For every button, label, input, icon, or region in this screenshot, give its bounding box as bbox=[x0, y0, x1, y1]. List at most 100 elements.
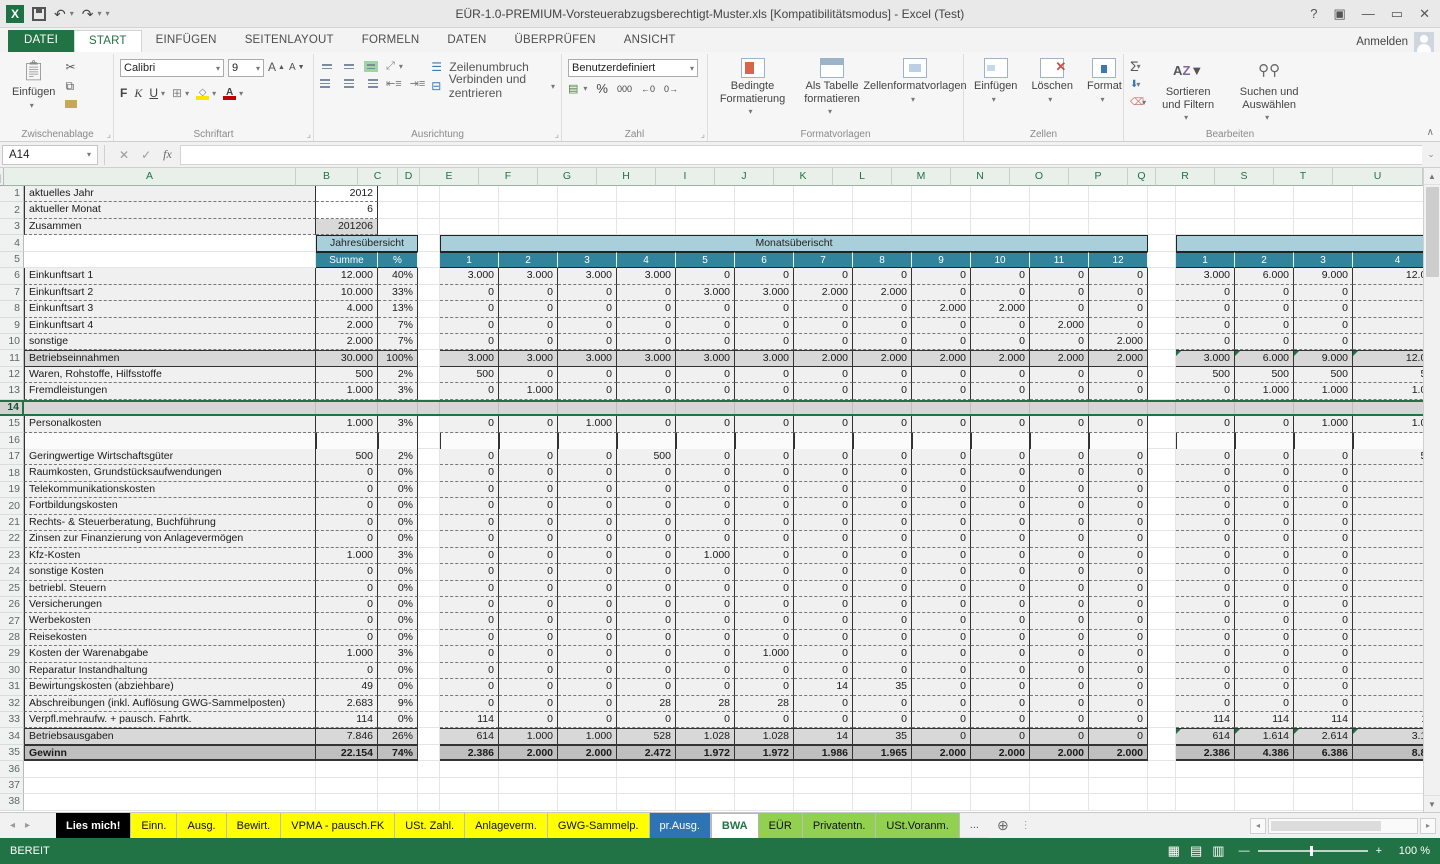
cell-U25[interactable]: 0 bbox=[1353, 581, 1423, 597]
cell-G2[interactable] bbox=[558, 202, 617, 218]
cell-U17[interactable]: 500 bbox=[1353, 449, 1423, 465]
cell-T17[interactable]: 0 bbox=[1294, 449, 1353, 465]
cell-K8[interactable]: 0 bbox=[794, 301, 853, 317]
cell-Q32[interactable] bbox=[1148, 696, 1176, 712]
cell-H3[interactable] bbox=[617, 219, 676, 235]
cell-T10[interactable]: 0 bbox=[1294, 334, 1353, 350]
cell-F24[interactable]: 0 bbox=[499, 564, 558, 580]
cell-S11[interactable]: 6.000 bbox=[1235, 350, 1294, 366]
cell-G37[interactable] bbox=[558, 778, 617, 794]
cell-P21[interactable]: 0 bbox=[1089, 515, 1148, 531]
cell-F32[interactable]: 0 bbox=[499, 696, 558, 712]
cell-O1[interactable] bbox=[1030, 186, 1089, 202]
row-header-12[interactable]: 12 bbox=[0, 367, 24, 383]
cell-E35[interactable]: 2.386 bbox=[440, 745, 499, 761]
cell-K14[interactable] bbox=[794, 402, 853, 414]
cell-N14[interactable] bbox=[971, 402, 1030, 414]
cell-U3[interactable] bbox=[1353, 219, 1423, 235]
cell-I32[interactable]: 28 bbox=[676, 696, 735, 712]
cell-B35[interactable]: 22.154 bbox=[316, 745, 378, 761]
cell-U16[interactable] bbox=[1353, 433, 1423, 449]
cell-O10[interactable]: 0 bbox=[1030, 334, 1089, 350]
cell-E12[interactable]: 500 bbox=[440, 367, 499, 383]
cell-T33[interactable]: 114 bbox=[1294, 712, 1353, 728]
cell-R26[interactable]: 0 bbox=[1176, 597, 1235, 613]
insert-cells-button[interactable]: Einfügen▾ bbox=[970, 56, 1021, 125]
cell-J26[interactable]: 0 bbox=[735, 597, 794, 613]
cell-E31[interactable]: 0 bbox=[440, 679, 499, 695]
cell-R17[interactable]: 0 bbox=[1176, 449, 1235, 465]
cell-I25[interactable]: 0 bbox=[676, 581, 735, 597]
cell-T6[interactable]: 9.000 bbox=[1294, 268, 1353, 284]
cell-H26[interactable]: 0 bbox=[617, 597, 676, 613]
cell-K2[interactable] bbox=[794, 202, 853, 218]
cell-Q18[interactable] bbox=[1148, 465, 1176, 481]
cell-C24[interactable]: 0% bbox=[378, 564, 418, 580]
cell-K22[interactable]: 0 bbox=[794, 531, 853, 547]
cell-F20[interactable]: 0 bbox=[499, 498, 558, 514]
column-header-D[interactable]: D bbox=[398, 168, 420, 186]
cell-P3[interactable] bbox=[1089, 219, 1148, 235]
cell-B6[interactable]: 12.000 bbox=[316, 268, 378, 284]
cell-R16[interactable] bbox=[1176, 433, 1235, 449]
cell-Q11[interactable] bbox=[1148, 350, 1176, 366]
cell-T12[interactable]: 500 bbox=[1294, 367, 1353, 383]
cell-S12[interactable]: 500 bbox=[1235, 367, 1294, 383]
cell-I34[interactable]: 1.028 bbox=[676, 728, 735, 744]
cell-G36[interactable] bbox=[558, 761, 617, 777]
cell-F16[interactable] bbox=[499, 433, 558, 449]
column-header-S[interactable]: S bbox=[1215, 168, 1274, 186]
cell-C33[interactable]: 0% bbox=[378, 712, 418, 728]
cell-K20[interactable]: 0 bbox=[794, 498, 853, 514]
redo-button[interactable]: ↷ bbox=[82, 7, 94, 21]
cell-D1[interactable] bbox=[418, 186, 440, 202]
cell-O26[interactable]: 0 bbox=[1030, 597, 1089, 613]
row-header-26[interactable]: 26 bbox=[0, 597, 24, 613]
sheet-tab-eür[interactable]: EÜR bbox=[759, 813, 803, 838]
name-box[interactable]: A14▾ bbox=[2, 145, 98, 165]
cell-B5[interactable]: Summe bbox=[316, 252, 378, 268]
align-top-icon[interactable] bbox=[320, 62, 334, 71]
cell-B34[interactable]: 7.846 bbox=[316, 728, 378, 744]
cell-L3[interactable] bbox=[853, 219, 912, 235]
cell-O35[interactable]: 2.000 bbox=[1030, 745, 1089, 761]
cell-N7[interactable]: 0 bbox=[971, 285, 1030, 301]
cell-N1[interactable] bbox=[971, 186, 1030, 202]
cell-I20[interactable]: 0 bbox=[676, 498, 735, 514]
cell-J29[interactable]: 1.000 bbox=[735, 646, 794, 662]
cell-H33[interactable]: 0 bbox=[617, 712, 676, 728]
cell-D25[interactable] bbox=[418, 581, 440, 597]
cell-U13[interactable]: 1.000 bbox=[1353, 383, 1423, 399]
cell-O36[interactable] bbox=[1030, 761, 1089, 777]
cell-H15[interactable]: 0 bbox=[617, 416, 676, 432]
cell-F25[interactable]: 0 bbox=[499, 581, 558, 597]
cell-F23[interactable]: 0 bbox=[499, 548, 558, 564]
cell-N33[interactable]: 0 bbox=[971, 712, 1030, 728]
cell-E37[interactable] bbox=[440, 778, 499, 794]
cell-C29[interactable]: 3% bbox=[378, 646, 418, 662]
cell-P16[interactable] bbox=[1089, 433, 1148, 449]
cell-U36[interactable] bbox=[1353, 761, 1423, 777]
cell-I2[interactable] bbox=[676, 202, 735, 218]
cell-F12[interactable]: 0 bbox=[499, 367, 558, 383]
confirm-entry-icon[interactable]: ✓ bbox=[141, 148, 151, 162]
cell-S7[interactable]: 0 bbox=[1235, 285, 1294, 301]
cell-R14[interactable] bbox=[1176, 402, 1235, 414]
cell-S8[interactable]: 0 bbox=[1235, 301, 1294, 317]
cell-K6[interactable]: 0 bbox=[794, 268, 853, 284]
cell-A3[interactable]: Zusammen bbox=[24, 219, 316, 235]
row-header-18[interactable]: 18 bbox=[0, 465, 24, 481]
column-header-B[interactable]: B bbox=[296, 168, 358, 186]
cell-E7[interactable]: 0 bbox=[440, 285, 499, 301]
cell-C36[interactable] bbox=[378, 761, 418, 777]
cell-J23[interactable]: 0 bbox=[735, 548, 794, 564]
cell-A7[interactable]: Einkunftsart 2 bbox=[24, 285, 316, 301]
cell-U10[interactable]: 0 bbox=[1353, 334, 1423, 350]
cell-C26[interactable]: 0% bbox=[378, 597, 418, 613]
scroll-down-icon[interactable]: ▼ bbox=[1424, 795, 1440, 812]
cell-K21[interactable]: 0 bbox=[794, 515, 853, 531]
cell-B12[interactable]: 500 bbox=[316, 367, 378, 383]
cell-I33[interactable]: 0 bbox=[676, 712, 735, 728]
cell-L6[interactable]: 0 bbox=[853, 268, 912, 284]
cell-I35[interactable]: 1.972 bbox=[676, 745, 735, 761]
